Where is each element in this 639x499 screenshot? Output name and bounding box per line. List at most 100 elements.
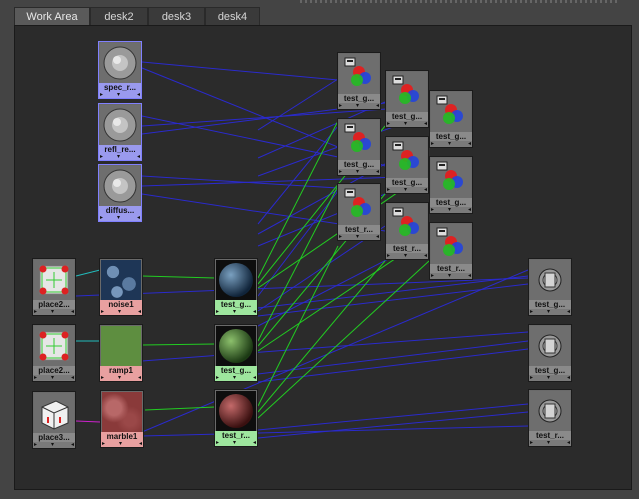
node-ports[interactable]: ▸ ▾ ◂ xyxy=(33,375,75,381)
wire xyxy=(141,343,216,346)
shading-group-node-2[interactable]: test_g... ▸ ▾ ◂ xyxy=(528,324,572,382)
tab-work-area[interactable]: Work Area xyxy=(14,7,90,25)
file-texture-icon xyxy=(100,166,140,206)
node-label: test_r... xyxy=(215,431,257,440)
wire xyxy=(257,275,529,309)
color-correct-node-3[interactable]: test_g... ▸ ▾ ◂ xyxy=(429,90,473,148)
color-correct-node-8[interactable]: test_r... ▸ ▾ ◂ xyxy=(385,202,429,260)
wire xyxy=(144,406,216,411)
shader-node-1[interactable]: test_g... ▸ ▾ ◂ xyxy=(214,258,258,316)
color-correct-icon xyxy=(339,120,379,160)
tab-desk3[interactable]: desk3 xyxy=(148,7,205,25)
wire xyxy=(257,260,386,413)
node-ports[interactable]: ▸ ▾ ◂ xyxy=(33,442,75,448)
node-ports[interactable]: ▸ ▾ ◂ xyxy=(215,375,257,381)
file-node-refl[interactable]: refl_re... ▸ ▾ ◂ xyxy=(98,103,142,161)
tab-desk4[interactable]: desk4 xyxy=(205,7,260,25)
color-correct-icon xyxy=(431,92,471,132)
place2d-node-1[interactable]: place2... ▸ ▾ ◂ xyxy=(32,258,76,316)
node-ports[interactable]: ▸ ▾ ◂ xyxy=(99,215,141,221)
wire xyxy=(257,340,529,375)
noise-texture-node[interactable]: noise1 ▸ ▾ ◂ xyxy=(99,258,143,316)
shading-group-node-1[interactable]: test_g... ▸ ▾ ◂ xyxy=(528,258,572,316)
shader-node-3[interactable]: test_r... ▸ ▾ ◂ xyxy=(214,389,258,447)
color-correct-node-5[interactable]: test_g... ▸ ▾ ◂ xyxy=(385,136,429,194)
color-correct-icon xyxy=(387,138,427,178)
color-correct-node-6[interactable]: test_g... ▸ ▾ ◂ xyxy=(429,156,473,214)
place3d-node[interactable]: place3... ▸ ▾ ◂ xyxy=(32,391,76,449)
node-ports[interactable]: ▸ ▾ ◂ xyxy=(430,141,472,147)
node-label: spec_r... xyxy=(99,83,141,92)
tab-desk2[interactable]: desk2 xyxy=(90,7,148,25)
node-ports[interactable]: ▸ ▾ ◂ xyxy=(529,309,571,315)
file-texture-icon xyxy=(100,43,140,83)
place2d-node-2[interactable]: place2... ▸ ▾ ◂ xyxy=(32,324,76,382)
wire xyxy=(141,331,529,362)
wire xyxy=(257,403,529,431)
node-label: test_g... xyxy=(215,300,257,309)
node-ports[interactable]: ▸ ▾ ◂ xyxy=(386,121,428,127)
node-label: noise1 xyxy=(100,300,142,309)
shader-node-2[interactable]: test_g... ▸ ▾ ◂ xyxy=(214,324,258,382)
shader-sphere-icon xyxy=(216,391,256,431)
tab-bar-grip xyxy=(300,0,620,3)
node-ports[interactable]: ▸ ▾ ◂ xyxy=(99,154,141,160)
shading-group-node-3[interactable]: test_r... ▸ ▾ ◂ xyxy=(528,389,572,447)
wire xyxy=(141,61,339,81)
node-label: test_g... xyxy=(215,366,257,375)
place3d-icon xyxy=(34,393,74,433)
node-ports[interactable]: ▸ ▾ ◂ xyxy=(386,253,428,259)
node-ports[interactable]: ▸ ▾ ◂ xyxy=(338,234,380,240)
wire xyxy=(257,245,339,407)
color-correct-node-2[interactable]: test_g... ▸ ▾ ◂ xyxy=(385,70,429,128)
node-label: test_g... xyxy=(529,300,571,309)
wire xyxy=(257,78,339,131)
node-label: test_r... xyxy=(430,264,472,273)
node-ports[interactable]: ▸ ▾ ◂ xyxy=(338,169,380,175)
node-label: test_g... xyxy=(430,198,472,207)
node-label: test_r... xyxy=(529,431,571,440)
node-ports[interactable]: ▸ ▾ ◂ xyxy=(529,440,571,446)
shading-group-icon xyxy=(530,326,570,366)
wire xyxy=(75,420,101,423)
node-label: place2... xyxy=(33,366,75,375)
node-label: test_g... xyxy=(430,132,472,141)
node-graph-work-area[interactable]: spec_r... ▸ ▾ ◂ refl_re... ▸ ▾ ◂ diffus... ▸… xyxy=(14,25,632,490)
place2d-icon xyxy=(34,326,74,366)
node-label: test_g... xyxy=(386,112,428,121)
node-label: refl_re... xyxy=(99,145,141,154)
file-texture-icon xyxy=(100,105,140,145)
node-ports[interactable]: ▸ ▾ ◂ xyxy=(99,92,141,98)
node-ports[interactable]: ▸ ▾ ◂ xyxy=(215,309,257,315)
node-label: test_g... xyxy=(338,94,380,103)
node-ports[interactable]: ▸ ▾ ◂ xyxy=(215,440,257,446)
node-ports[interactable]: ▸ ▾ ◂ xyxy=(430,273,472,279)
wire xyxy=(141,115,339,158)
file-node-spec[interactable]: spec_r... ▸ ▾ ◂ xyxy=(98,41,142,99)
node-label: marble1 xyxy=(101,432,143,441)
ramp-texture-node[interactable]: ramp1 ▸ ▾ ◂ xyxy=(99,324,143,382)
node-ports[interactable]: ▸ ▾ ◂ xyxy=(529,375,571,381)
color-correct-node-7[interactable]: test_r... ▸ ▾ ◂ xyxy=(337,183,381,241)
color-correct-node-4[interactable]: test_g... ▸ ▾ ◂ xyxy=(337,118,381,176)
marble-texture-node[interactable]: marble1 ▸ ▾ ◂ xyxy=(100,390,144,448)
node-ports[interactable]: ▸ ▾ ◂ xyxy=(100,309,142,315)
shader-sphere-icon xyxy=(216,326,256,366)
node-ports[interactable]: ▸ ▾ ◂ xyxy=(100,375,142,381)
node-ports[interactable]: ▸ ▾ ◂ xyxy=(430,207,472,213)
tab-bar: Work Area desk2 desk3 desk4 xyxy=(0,0,639,26)
wire xyxy=(75,269,101,277)
color-correct-icon xyxy=(431,158,471,198)
color-correct-node-1[interactable]: test_g... ▸ ▾ ◂ xyxy=(337,52,381,110)
file-node-diffuse[interactable]: diffus... ▸ ▾ ◂ xyxy=(98,164,142,222)
wire xyxy=(257,348,529,383)
node-ports[interactable]: ▸ ▾ ◂ xyxy=(386,187,428,193)
node-ports[interactable]: ▸ ▾ ◂ xyxy=(338,103,380,109)
wire xyxy=(257,283,529,317)
node-label: place2... xyxy=(33,300,75,309)
node-label: test_g... xyxy=(529,366,571,375)
color-correct-node-9[interactable]: test_r... ▸ ▾ ◂ xyxy=(429,222,473,280)
wire xyxy=(141,425,529,437)
node-ports[interactable]: ▸ ▾ ◂ xyxy=(33,309,75,315)
node-ports[interactable]: ▸ ▾ ◂ xyxy=(101,441,143,447)
